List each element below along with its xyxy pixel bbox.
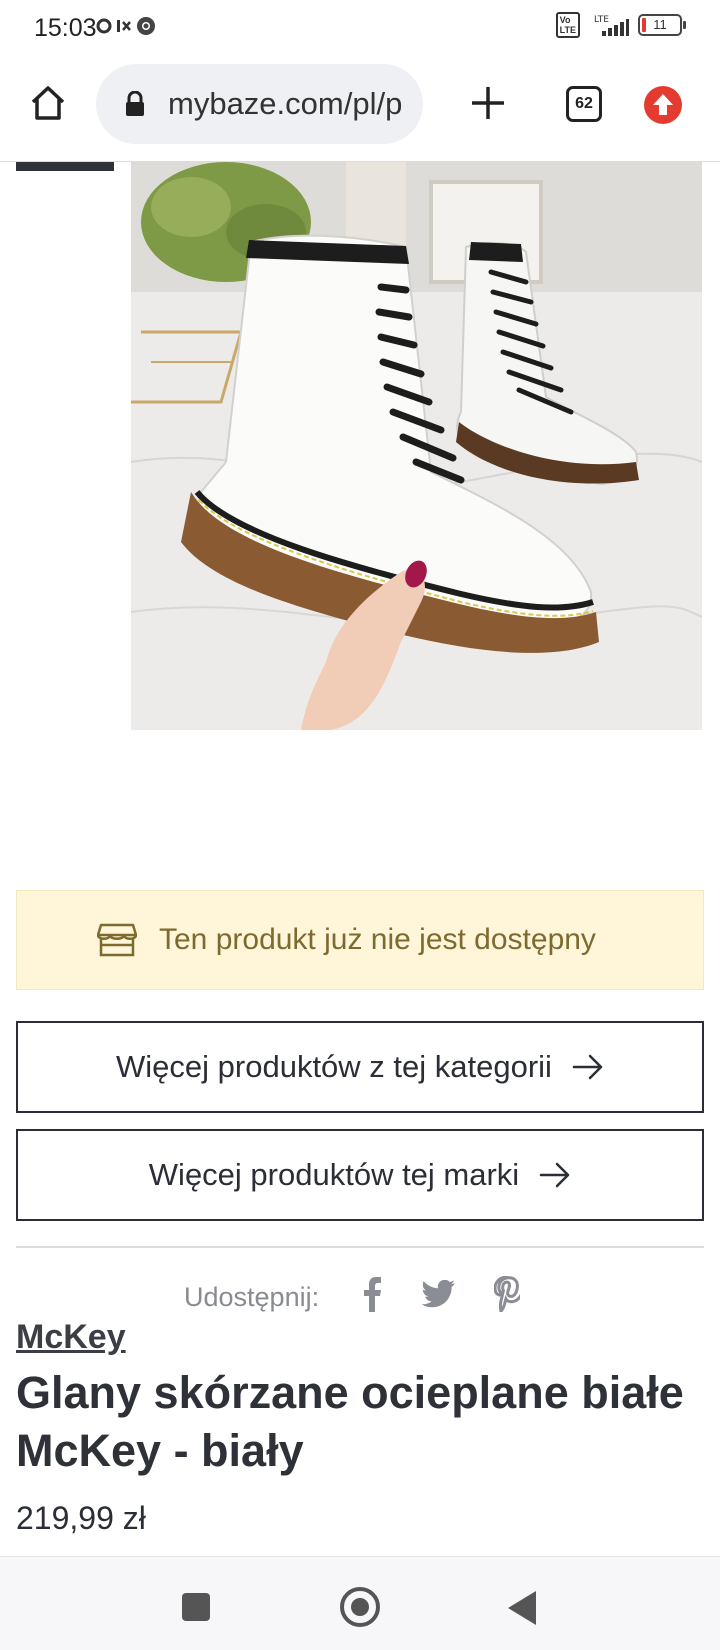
update-button[interactable] — [644, 86, 682, 124]
divider — [16, 1246, 704, 1248]
browser-toolbar: mybaze.com/pl/p 62 — [0, 56, 720, 162]
cell-signal-icon: LTE — [594, 15, 629, 36]
share-row: Udostępnij: — [0, 1272, 720, 1322]
product-image[interactable] — [131, 162, 702, 730]
status-system-icons: Vo LTE LTE 11 — [555, 12, 686, 38]
signal-off-icon — [117, 20, 131, 32]
status-notification-icons — [96, 16, 156, 36]
chrome-icon — [137, 17, 155, 35]
battery-level: 11 — [653, 17, 667, 32]
record-icon — [96, 18, 112, 34]
facebook-icon[interactable] — [360, 1276, 384, 1312]
url-text: mybaze.com/pl/p — [168, 86, 403, 121]
status-time: 15:03 — [34, 14, 97, 42]
volte-icon: Vo LTE — [555, 12, 580, 38]
home-nav-button[interactable] — [340, 1587, 380, 1627]
unavailable-text: Ten produkt już nie jest dostępny — [159, 923, 596, 956]
address-bar[interactable]: mybaze.com/pl/p — [96, 64, 423, 144]
tab-switcher-button[interactable]: 62 — [566, 86, 602, 122]
pinterest-icon[interactable] — [494, 1276, 520, 1312]
brand-link[interactable]: McKey — [16, 1318, 126, 1357]
recent-apps-button[interactable] — [182, 1593, 210, 1621]
twitter-icon[interactable] — [422, 1280, 456, 1308]
home-icon — [31, 86, 65, 120]
gallery-indicator[interactable] — [16, 162, 114, 171]
shop-icon — [97, 923, 137, 957]
product-price: 219,99 zł — [16, 1500, 146, 1536]
share-label: Udostępnij: — [184, 1282, 320, 1312]
more-from-brand-button[interactable]: Więcej produktów tej marki — [16, 1129, 704, 1221]
product-title: Glany skórzane ocieplane białe McKey - b… — [16, 1367, 684, 1476]
battery-icon: 11 — [638, 14, 686, 36]
home-button[interactable] — [26, 81, 70, 125]
more-from-category-button[interactable]: Więcej produktów z tej kategorii — [16, 1021, 704, 1113]
arrow-right-icon — [539, 1162, 570, 1188]
new-tab-button[interactable] — [466, 81, 510, 125]
lock-icon — [126, 91, 144, 116]
svg-text:LTE: LTE — [594, 15, 609, 25]
boots-illustration — [131, 162, 702, 730]
more-from-category-label: Więcej produktów z tej kategorii — [116, 1049, 552, 1084]
status-bar: 15:03 Vo LTE LTE 11 — [0, 0, 720, 56]
more-from-brand-label: Więcej produktów tej marki — [148, 1157, 520, 1192]
system-nav-bar — [0, 1556, 720, 1650]
back-button[interactable] — [508, 1591, 536, 1625]
update-icon — [653, 94, 673, 115]
unavailable-banner: Ten produkt już nie jest dostępny — [16, 890, 704, 990]
tab-count: 62 — [575, 95, 593, 112]
arrow-right-icon — [572, 1054, 603, 1080]
